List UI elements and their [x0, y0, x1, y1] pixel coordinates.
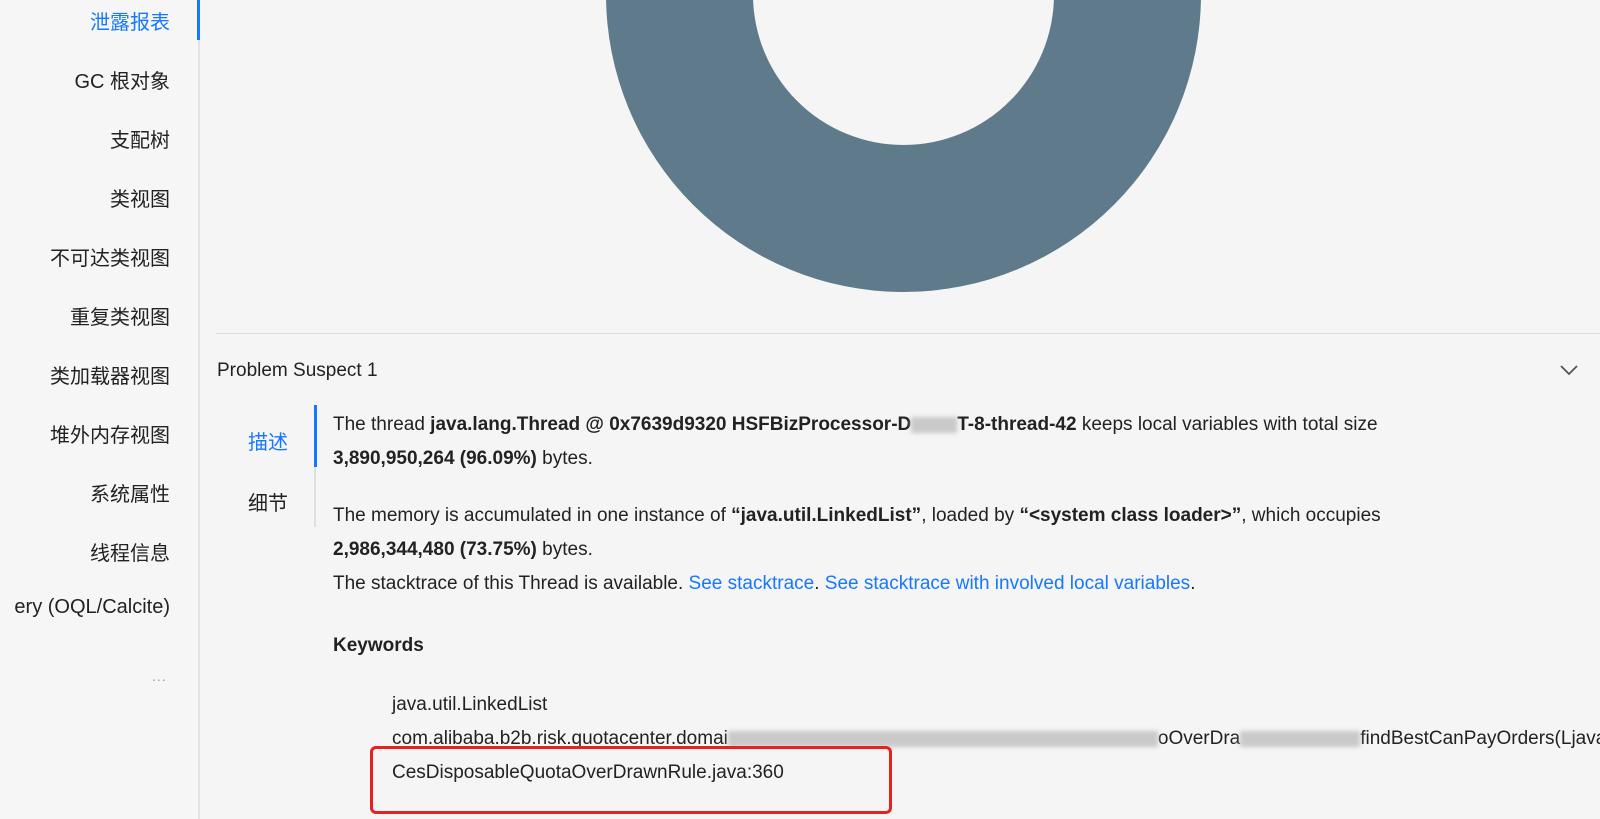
keyword-item: java.util.LinkedList — [392, 694, 548, 715]
thread-description-line: The thread java.lang.Thread @ 0x7639d932… — [333, 414, 1378, 435]
thread-name: java.lang.Thread @ 0x7639d9320 HSFBizPro… — [430, 414, 912, 435]
sidebar-active-indicator — [197, 0, 200, 40]
keywords-heading: Keywords — [333, 635, 424, 656]
see-stacktrace-link[interactable]: See stacktrace — [689, 573, 815, 594]
sidebar-item-class-view[interactable]: 类视图 — [110, 183, 170, 212]
sidebar-item-query[interactable]: ery (OQL/Calcite) — [14, 596, 170, 619]
thread-name-suffix: T-8-thread-42 — [957, 414, 1077, 435]
see-stacktrace-locals-link[interactable]: See stacktrace with involved local varia… — [825, 573, 1190, 594]
sidebar-item-system-properties[interactable]: 系统属性 — [90, 478, 170, 507]
redacted-text — [727, 730, 1158, 747]
sidebar-item-unreachable-class-view[interactable]: 不可达类视图 — [50, 242, 170, 271]
more-icon[interactable]: ... — [152, 668, 167, 684]
sidebar-item-offheap-memory-view[interactable]: 堆外内存视图 — [50, 419, 170, 448]
tab-track — [314, 467, 316, 527]
sidebar-item-gc-roots[interactable]: GC 根对象 — [74, 65, 170, 94]
tab-details[interactable]: 细节 — [248, 487, 288, 516]
retained-size: 3,890,950,264 (96.09%) — [333, 448, 537, 469]
sidebar-item-thread-info[interactable]: 线程信息 — [90, 537, 170, 566]
thread-size-line: 3,890,950,264 (96.09%) bytes. — [333, 448, 593, 469]
sidebar-item-leak-report[interactable]: 泄露报表 — [90, 6, 170, 35]
sidebar-item-dominator-tree[interactable]: 支配树 — [110, 124, 170, 153]
chevron-down-icon[interactable] — [1558, 362, 1580, 378]
tab-active-indicator — [314, 405, 317, 467]
highlight-annotation — [370, 746, 892, 814]
occupied-size: 2,986,344,480 (73.75%) — [333, 539, 537, 560]
redacted-text — [911, 416, 958, 433]
donut-chart — [606, 0, 1201, 292]
redacted-text — [1240, 730, 1361, 747]
accumulating-class: “java.util.LinkedList” — [731, 505, 922, 526]
sidebar-item-duplicate-class-view[interactable]: 重复类视图 — [70, 301, 170, 330]
sidebar-item-classloader-view[interactable]: 类加载器视图 — [50, 360, 170, 389]
problem-suspect-title[interactable]: Problem Suspect 1 — [217, 360, 378, 382]
class-loader: “<system class loader>” — [1019, 505, 1242, 526]
occupied-size-line: 2,986,344,480 (73.75%) bytes. — [333, 539, 593, 560]
stacktrace-line: The stacktrace of this Thread is availab… — [333, 573, 1196, 594]
tab-description[interactable]: 描述 — [248, 426, 288, 455]
memory-accumulation-line: The memory is accumulated in one instanc… — [333, 505, 1381, 526]
sidebar-border — [198, 0, 200, 819]
section-divider — [216, 333, 1600, 334]
sidebar — [0, 0, 198, 819]
donut-hole — [753, 0, 1054, 145]
